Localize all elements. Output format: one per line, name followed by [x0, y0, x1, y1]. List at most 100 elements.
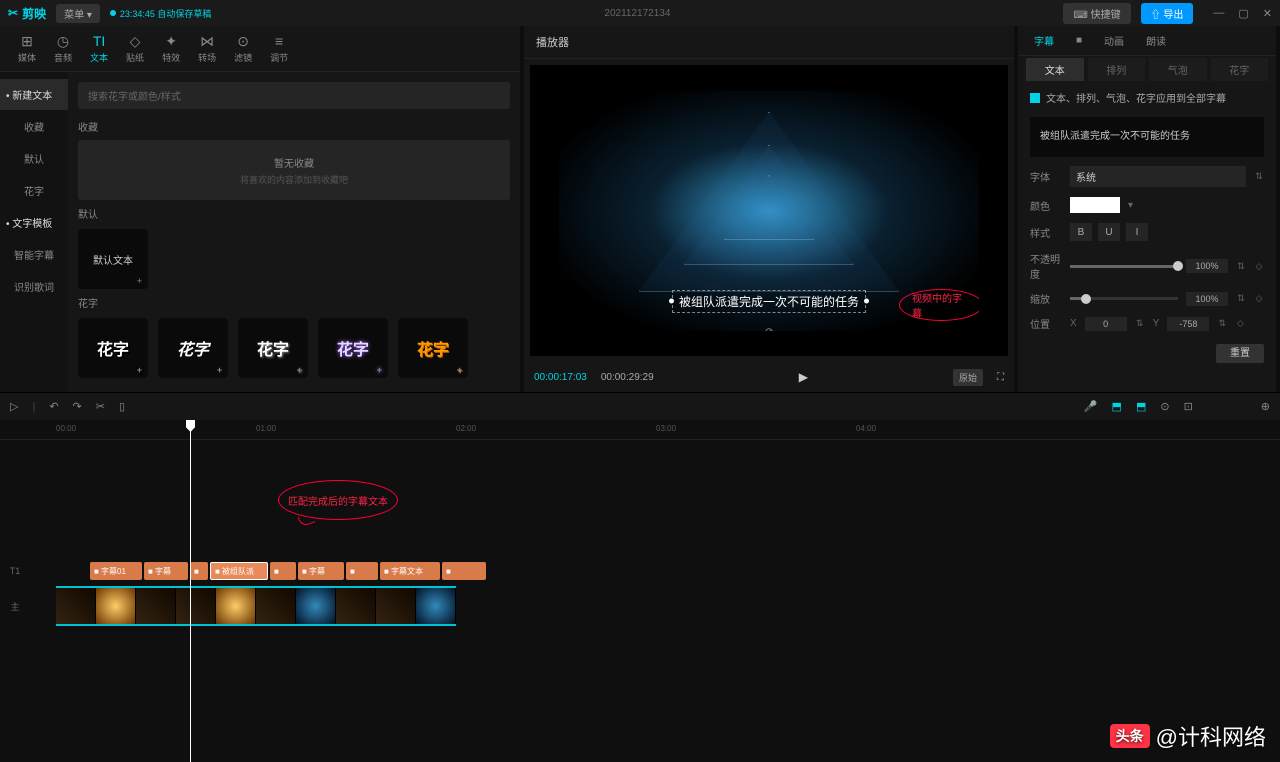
fullscreen-icon[interactable]: ⛶ — [997, 372, 1004, 383]
toggle2-icon[interactable]: ⬒ — [1136, 400, 1146, 413]
add-icon[interactable]: + — [137, 365, 142, 375]
preset-huazi-4[interactable]: 花字+ — [398, 318, 468, 378]
scale-value[interactable]: 100% — [1186, 292, 1228, 306]
menu-dropdown[interactable]: 菜单 ▾ — [56, 4, 100, 23]
side-tab-1[interactable]: 收藏 — [0, 111, 68, 142]
timeline[interactable]: 00:0001:0002:0003:0004:00 匹配完成后的字幕文本 T1 … — [0, 420, 1280, 762]
side-tab-2[interactable]: 默认 — [0, 143, 68, 174]
preview-viewport[interactable]: 被组队派遣完成一次不可能的任务 视频中的字幕 ⊘ — [530, 65, 1008, 356]
redo-icon[interactable]: ↷ — [73, 400, 82, 413]
text-clip[interactable]: ■ 字幕文本 — [380, 562, 440, 580]
toggle1-icon[interactable]: ⬒ — [1112, 400, 1122, 413]
pos-y-input[interactable]: -758 — [1167, 317, 1209, 331]
font-select[interactable]: 系统 — [1070, 166, 1246, 187]
ratio-select[interactable]: 原始 — [953, 369, 983, 386]
timeline-toolbar: ▷ | ↶ ↷ ✂ ▯ 🎤 ⬒ ⬒ ⊙ ⊡ ⊕ — [0, 392, 1280, 420]
tool-icon: ◇ — [130, 33, 141, 49]
text-track[interactable]: T1 ■ 字幕01■ 字幕■■ 被组队派■■ 字幕■■ 字幕文本■ — [0, 560, 1280, 582]
tool-icon: ⋈ — [200, 33, 214, 49]
mic-icon[interactable]: 🎤 — [1084, 400, 1098, 413]
inspector-tab-3[interactable]: 朗读 — [1138, 29, 1174, 52]
tool-媒体[interactable]: ⊞媒体 — [10, 30, 44, 67]
split-icon[interactable]: ✂ — [96, 400, 105, 413]
tool-滤镜[interactable]: ⊙滤镜 — [226, 30, 260, 67]
tool-调节[interactable]: ≡调节 — [262, 30, 296, 67]
reset-button[interactable]: 重置 — [1216, 344, 1264, 363]
delete-icon[interactable]: ▯ — [119, 400, 125, 413]
add-icon[interactable]: + — [217, 365, 222, 375]
video-track[interactable]: 主 20211217.mp4 00:00:29:29 — [0, 586, 1280, 626]
opacity-value[interactable]: 100% — [1186, 259, 1228, 273]
inspector-tab-2[interactable]: 动画 — [1096, 29, 1132, 52]
tool-特效[interactable]: ✦特效 — [154, 30, 188, 67]
text-clip[interactable]: ■ 字幕 — [298, 562, 344, 580]
preset-huazi-1[interactable]: 花字+ — [158, 318, 228, 378]
export-button[interactable]: ⇧ 导出 — [1141, 3, 1194, 24]
chevron-down-icon[interactable]: ▾ — [1128, 200, 1133, 211]
opacity-slider[interactable] — [1070, 265, 1178, 268]
inspector-subtab-2[interactable]: 气泡 — [1149, 58, 1207, 81]
preset-huazi-2[interactable]: 花字+ — [238, 318, 308, 378]
text-clip[interactable]: ■ 被组队派 — [210, 562, 268, 580]
shortcuts-button[interactable]: ⌨ 快捷键 — [1063, 3, 1130, 24]
playhead[interactable] — [190, 420, 191, 762]
text-clip[interactable]: ■ 字幕 — [144, 562, 188, 580]
text-clip[interactable]: ■ — [442, 562, 486, 580]
inspector-subtabs: 文本排列气泡花字 — [1018, 56, 1276, 82]
inspector-subtab-0[interactable]: 文本 — [1026, 58, 1084, 81]
side-tab-0[interactable]: • 新建文本 — [0, 79, 68, 110]
apply-all-checkbox[interactable]: 文本、排列、气泡、花字应用到全部字幕 — [1018, 82, 1276, 113]
search-input[interactable]: 搜索花字或颜色/样式 — [78, 82, 510, 109]
keyframe-icon[interactable]: ◇ — [1254, 293, 1264, 304]
side-tab-5[interactable]: 智能字幕 — [0, 239, 68, 270]
text-clip[interactable]: ■ 字幕01 — [90, 562, 142, 580]
tool-贴纸[interactable]: ◇贴纸 — [118, 30, 152, 67]
text-content-input[interactable]: 被组队派遣完成一次不可能的任务 — [1030, 117, 1264, 157]
text-clip[interactable]: ■ — [190, 562, 208, 580]
side-tab-4[interactable]: • 文字模板 — [0, 207, 68, 238]
tool-音频[interactable]: ◷音频 — [46, 30, 80, 67]
side-tab-3[interactable]: 花字 — [0, 175, 68, 206]
style-btn-u[interactable]: U — [1098, 223, 1120, 241]
close-icon[interactable]: ✕ — [1263, 7, 1272, 20]
style-btn-i[interactable]: I — [1126, 223, 1148, 241]
keyframe-icon[interactable]: ◇ — [1235, 318, 1245, 329]
minimize-icon[interactable]: — — [1213, 7, 1224, 20]
tool-转场[interactable]: ⋈转场 — [190, 30, 224, 67]
keyframe-icon[interactable]: ◇ — [1254, 261, 1264, 272]
inspector-tab-0[interactable]: 字幕 — [1026, 29, 1062, 52]
checkbox-icon[interactable] — [1030, 93, 1040, 103]
maximize-icon[interactable]: ▢ — [1238, 7, 1248, 20]
stepper-icon[interactable]: ⇅ — [1236, 261, 1246, 272]
stepper-icon[interactable]: ⇅ — [1236, 293, 1246, 304]
tool-icon: ⊞ — [21, 33, 33, 49]
link-icon[interactable]: ⊡ — [1184, 400, 1193, 413]
undo-icon[interactable]: ↶ — [49, 400, 58, 413]
zoom-icon[interactable]: ⊕ — [1261, 400, 1270, 413]
text-clip[interactable]: ■ — [270, 562, 296, 580]
preset-huazi-3[interactable]: 花字+ — [318, 318, 388, 378]
stepper-icon[interactable]: ⇅ — [1254, 171, 1264, 182]
style-btn-b[interactable]: B — [1070, 223, 1092, 241]
play-button[interactable]: ▶ — [799, 370, 808, 384]
add-icon[interactable]: + — [297, 365, 302, 375]
preset-default-text[interactable]: 默认文本 + — [78, 229, 148, 289]
inspector-subtab-3[interactable]: 花字 — [1211, 58, 1269, 81]
add-icon[interactable]: + — [137, 276, 142, 286]
add-icon[interactable]: + — [377, 365, 382, 375]
text-clip[interactable]: ■ — [346, 562, 378, 580]
add-icon[interactable]: + — [457, 365, 462, 375]
inspector-tab-1[interactable]: ■ — [1068, 31, 1090, 50]
style-label: 样式 — [1030, 225, 1062, 240]
video-clip[interactable]: 20211217.mp4 00:00:29:29 — [56, 586, 456, 626]
color-swatch[interactable] — [1070, 197, 1120, 213]
side-tab-6[interactable]: 识别歌词 — [0, 271, 68, 302]
inspector-subtab-1[interactable]: 排列 — [1088, 58, 1146, 81]
magnet-icon[interactable]: ⊙ — [1160, 400, 1169, 413]
scale-slider[interactable] — [1070, 297, 1178, 300]
tool-文本[interactable]: TI文本 — [82, 30, 116, 67]
pointer-tool-icon[interactable]: ▷ — [10, 400, 18, 413]
pos-x-input[interactable]: 0 — [1085, 317, 1127, 331]
subtitle-overlay[interactable]: 被组队派遣完成一次不可能的任务 — [672, 290, 866, 313]
preset-huazi-0[interactable]: 花字+ — [78, 318, 148, 378]
